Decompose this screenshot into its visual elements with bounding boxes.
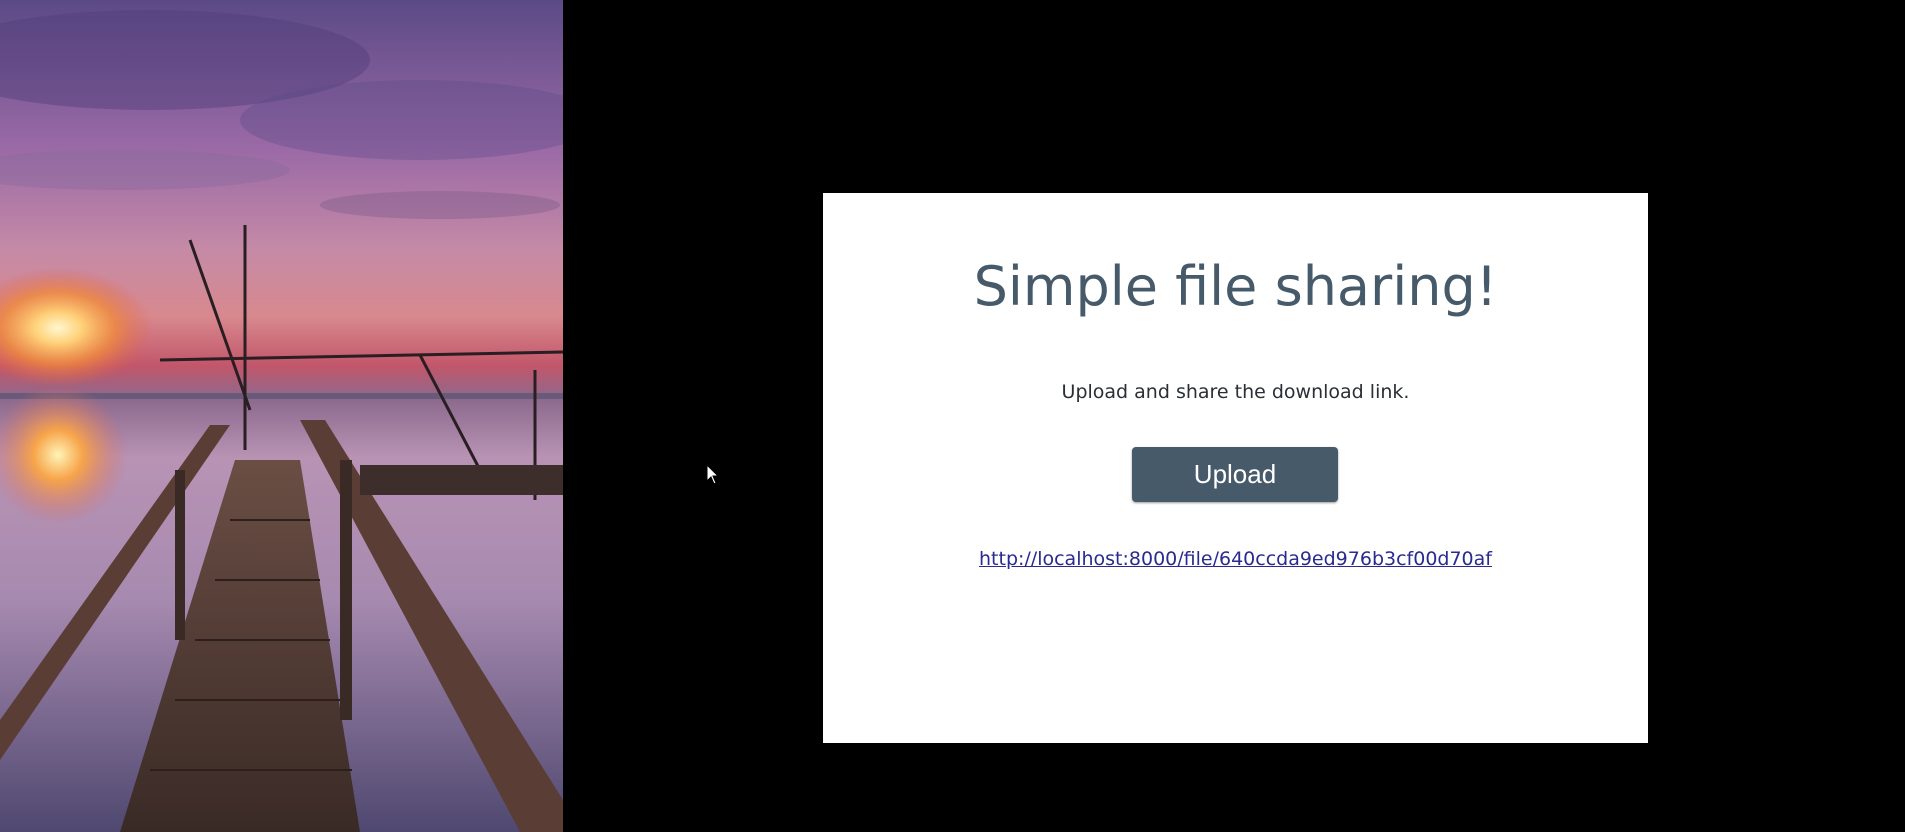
download-link[interactable]: http://localhost:8000/file/640ccda9ed976… — [823, 548, 1648, 570]
background-photo — [0, 0, 563, 832]
upload-card: Simple file sharing! Upload and share th… — [823, 193, 1648, 743]
page-title: Simple file sharing! — [973, 255, 1498, 318]
upload-button[interactable]: Upload — [1132, 447, 1338, 502]
page-subtitle: Upload and share the download link. — [1061, 381, 1410, 403]
app-screen: Simple file sharing! Upload and share th… — [0, 0, 1905, 832]
mouse-pointer-icon — [706, 463, 720, 486]
